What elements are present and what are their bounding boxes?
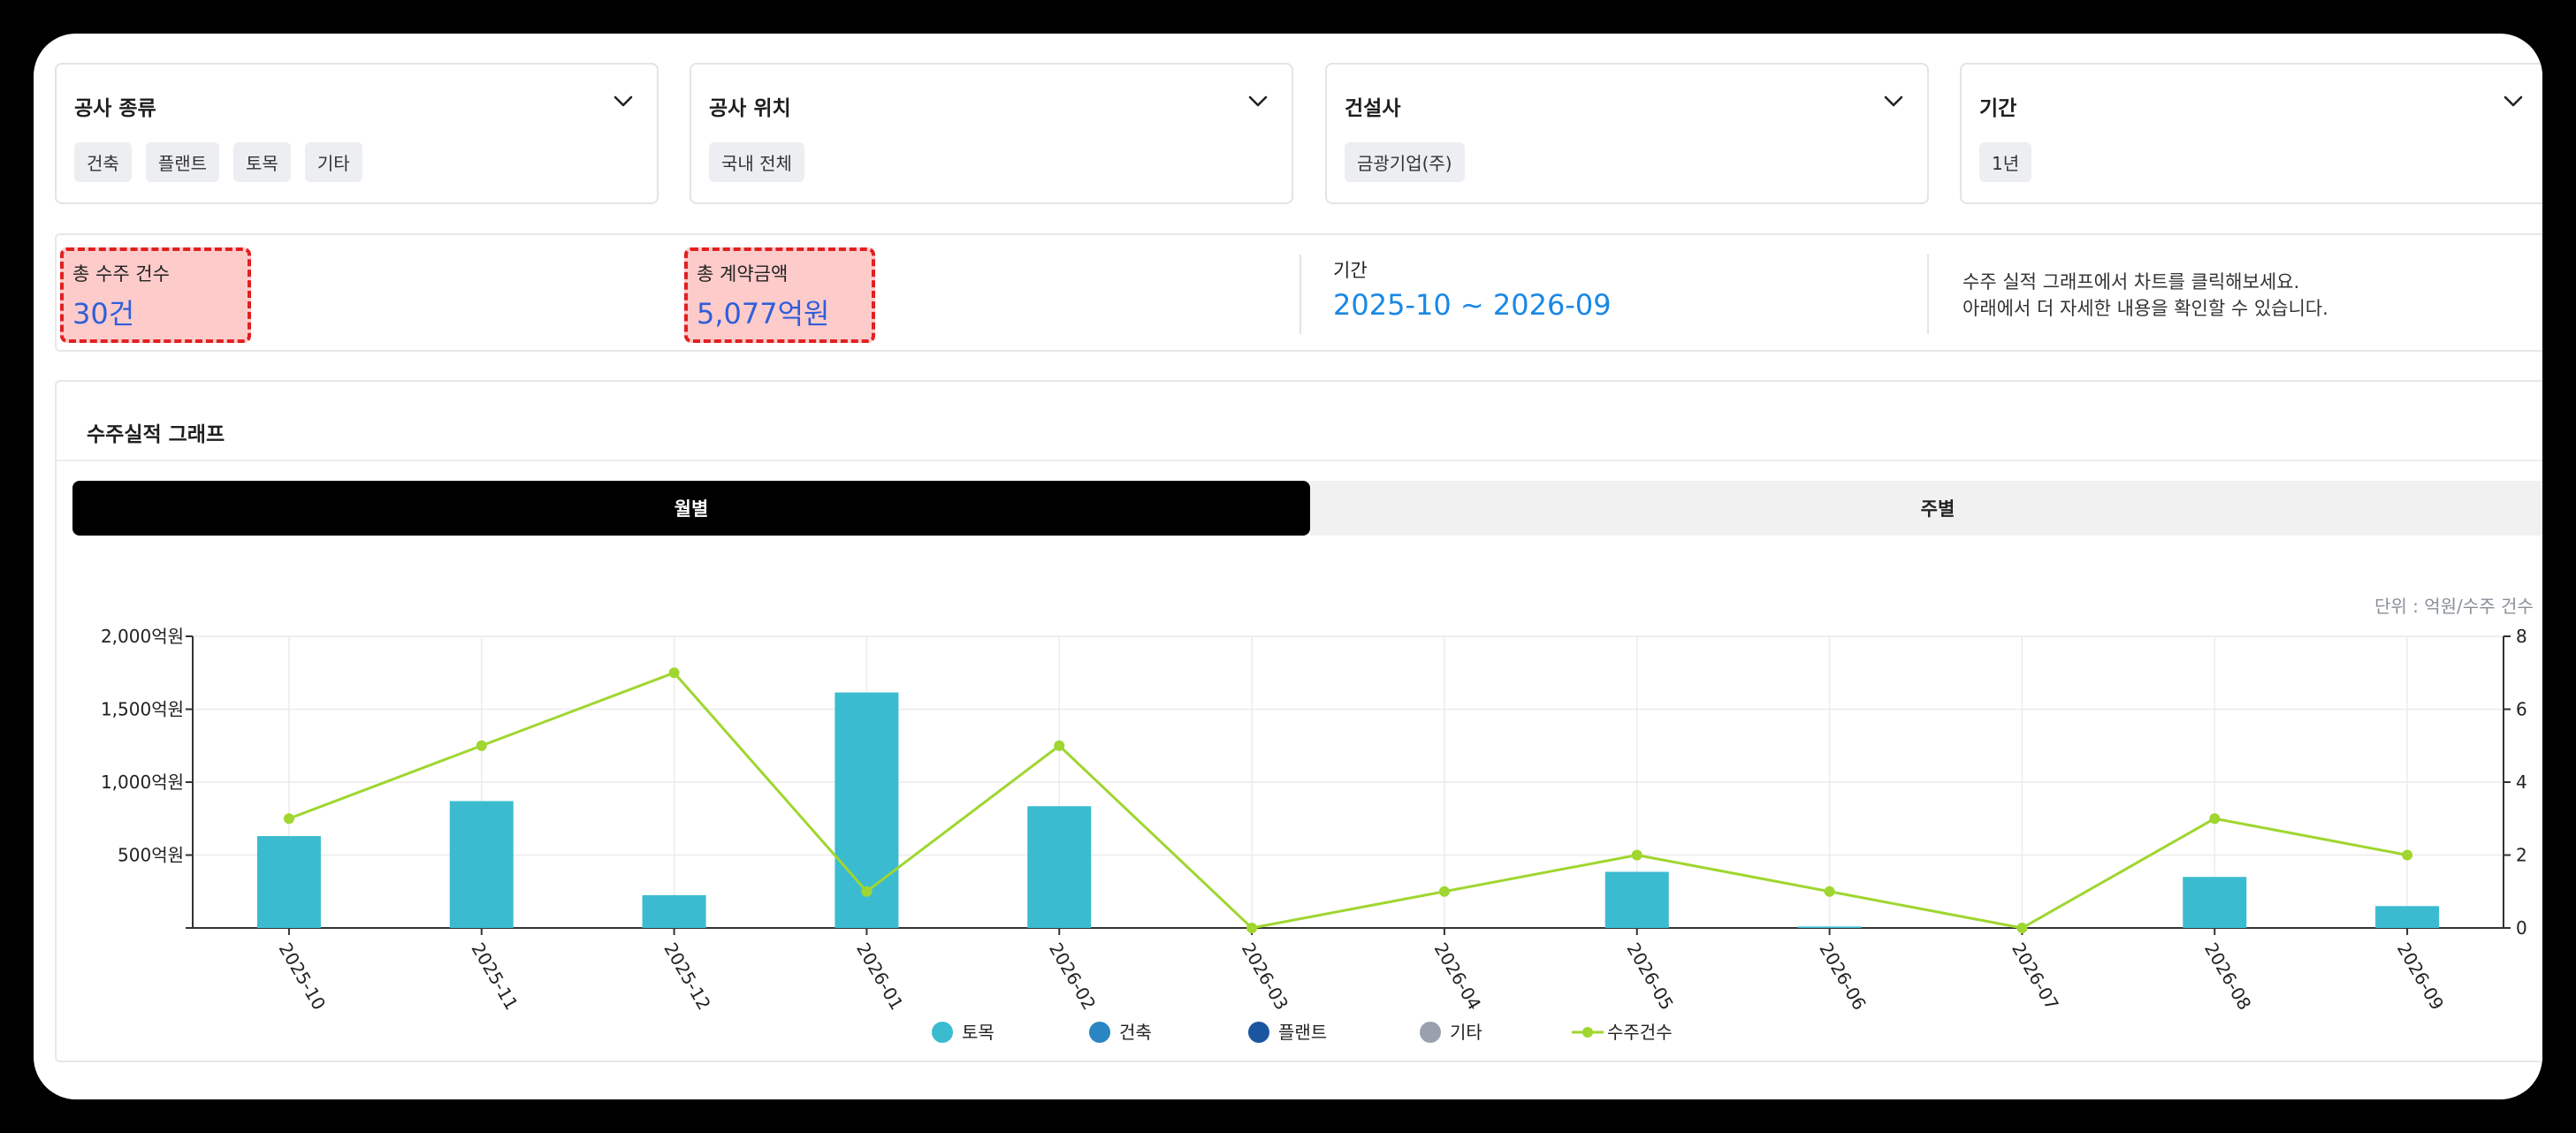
chevron-down-icon[interactable]: [2499, 87, 2527, 116]
legend-marker: [1420, 1022, 1441, 1043]
chevron-down-icon[interactable]: [609, 87, 637, 116]
legend-marker: [1089, 1022, 1110, 1043]
line-point[interactable]: [1054, 740, 1065, 751]
y-right-tick-label: 0: [2516, 917, 2527, 939]
total-count-box: 총 수주 건수 30건: [60, 247, 251, 343]
bar-토목[interactable]: [1604, 871, 1669, 928]
x-tick-label: 2026-06: [1815, 939, 1871, 1014]
info-line-1: 수주 실적 그래프에서 차트를 클릭해보세요.: [1962, 271, 2300, 293]
divider: [1927, 255, 1929, 334]
total-amount-box: 총 계약금액 5,077억원: [684, 247, 875, 343]
bar-토목[interactable]: [2183, 877, 2247, 928]
filter-title: 기간: [1979, 97, 2017, 120]
x-tick-label: 2025-10: [275, 939, 331, 1014]
y-left-tick-label: 500억원: [118, 845, 184, 866]
line-point[interactable]: [1631, 849, 1642, 861]
line-point[interactable]: [861, 886, 873, 897]
filter-title: 건설사: [1345, 97, 1401, 120]
x-tick-label: 2026-04: [1430, 939, 1486, 1014]
x-tick-label: 2026-08: [2200, 939, 2256, 1014]
line-point[interactable]: [2209, 813, 2221, 825]
y-right-tick-label: 2: [2516, 845, 2527, 866]
info-line-2: 아래에서 더 자세한 내용을 확인할 수 있습니다.: [1962, 298, 2328, 319]
total-count-label: 총 수주 건수: [72, 263, 170, 285]
chevron-down-icon[interactable]: [1879, 87, 1908, 116]
period-label: 기간: [1333, 260, 1368, 281]
line-point[interactable]: [283, 813, 294, 825]
x-tick-label: 2026-02: [1045, 939, 1101, 1014]
total-count-value: 30건: [72, 297, 135, 331]
legend-label[interactable]: 기타: [1450, 1022, 1482, 1043]
y-left-tick-label: 2,000억원: [101, 626, 184, 647]
chart-card: 수주실적 그래프 월별 주별 단위 : 억원/수주 건수 500억원 1,000억…: [55, 380, 2542, 1062]
filter-builder[interactable]: 건설사 금광기업(주): [1325, 63, 1929, 204]
chip-civil[interactable]: 토목: [233, 142, 291, 182]
bar-토목[interactable]: [1027, 806, 1092, 928]
legend-marker: [1582, 1027, 1593, 1038]
line-point[interactable]: [2016, 923, 2028, 933]
line-point[interactable]: [1246, 923, 1258, 933]
legend-label[interactable]: 건축: [1119, 1022, 1152, 1043]
x-tick-label: 2026-07: [2008, 939, 2063, 1014]
bar-토목[interactable]: [449, 801, 514, 928]
info-text: 수주 실적 그래프에서 차트를 클릭해보세요. 아래에서 더 자세한 내용을 확…: [1962, 269, 2328, 322]
y-left-tick-label: 1,000억원: [101, 772, 184, 793]
line-series-count: [288, 671, 2408, 930]
legend-label[interactable]: 토목: [962, 1022, 995, 1043]
chevron-down-icon[interactable]: [1244, 87, 1272, 116]
total-amount-label: 총 계약금액: [697, 263, 789, 285]
bar-토목[interactable]: [256, 836, 321, 928]
bar-토목[interactable]: [1797, 926, 1862, 928]
legend-label[interactable]: 플랜트: [1278, 1022, 1327, 1043]
total-amount-value: 5,077억원: [697, 297, 830, 331]
bar-토목[interactable]: [642, 894, 706, 928]
chip-period-1year[interactable]: 1년: [1979, 142, 2032, 182]
x-tick-label: 2025-11: [467, 939, 522, 1014]
app-window: 공사 종류 건축 플랜트 토목 기타 공사 위치 국내 전체 건설사 금광기업(…: [34, 34, 2542, 1099]
chip-other[interactable]: 기타: [304, 142, 362, 182]
chip-plant[interactable]: 플랜트: [145, 142, 220, 182]
summary-bar: 총 수주 건수 30건 총 계약금액 5,077억원 기간 2025-10 ~ …: [55, 233, 2542, 352]
line-point[interactable]: [1438, 886, 1450, 897]
filter-location[interactable]: 공사 위치 국내 전체: [690, 63, 1293, 204]
divider: [1299, 255, 1301, 334]
filter-construction-type[interactable]: 공사 종류 건축 플랜트 토목 기타: [55, 63, 659, 204]
legend-marker: [932, 1022, 953, 1043]
y-right-tick-label: 6: [2516, 699, 2527, 720]
chip-architecture[interactable]: 건축: [74, 142, 132, 182]
bar-토목[interactable]: [2375, 906, 2440, 928]
chip-builder[interactable]: 금광기업(주): [1345, 142, 1465, 182]
period-box: 기간 2025-10 ~ 2026-09: [1324, 247, 1678, 343]
legend-marker: [1248, 1022, 1269, 1043]
y-right-tick-label: 4: [2516, 772, 2527, 793]
x-tick-label: 2026-05: [1622, 939, 1678, 1014]
chip-domestic-all[interactable]: 국내 전체: [709, 142, 804, 182]
x-tick-label: 2025-12: [659, 939, 715, 1014]
x-tick-label: 2026-03: [1238, 939, 1293, 1014]
x-tick-label: 2026-09: [2393, 939, 2449, 1014]
y-right-tick-label: 8: [2516, 626, 2527, 647]
line-point[interactable]: [2402, 849, 2413, 861]
line-point[interactable]: [1824, 886, 1835, 897]
filter-title: 공사 위치: [709, 97, 791, 120]
x-tick-label: 2026-01: [852, 939, 908, 1014]
order-performance-chart[interactable]: 500억원 1,000억원 1,500억원 2,000억원 0 2 4 6 8 2025-10 20…: [57, 382, 2542, 1064]
line-point[interactable]: [476, 740, 487, 751]
line-point[interactable]: [668, 667, 680, 679]
period-value: 2025-10 ~ 2026-09: [1333, 288, 1612, 322]
filter-period[interactable]: 기간 1년: [1960, 63, 2542, 204]
y-left-tick-label: 1,500억원: [101, 699, 184, 720]
filter-title: 공사 종류: [74, 97, 156, 120]
legend-label[interactable]: 수주건수: [1607, 1022, 1673, 1043]
